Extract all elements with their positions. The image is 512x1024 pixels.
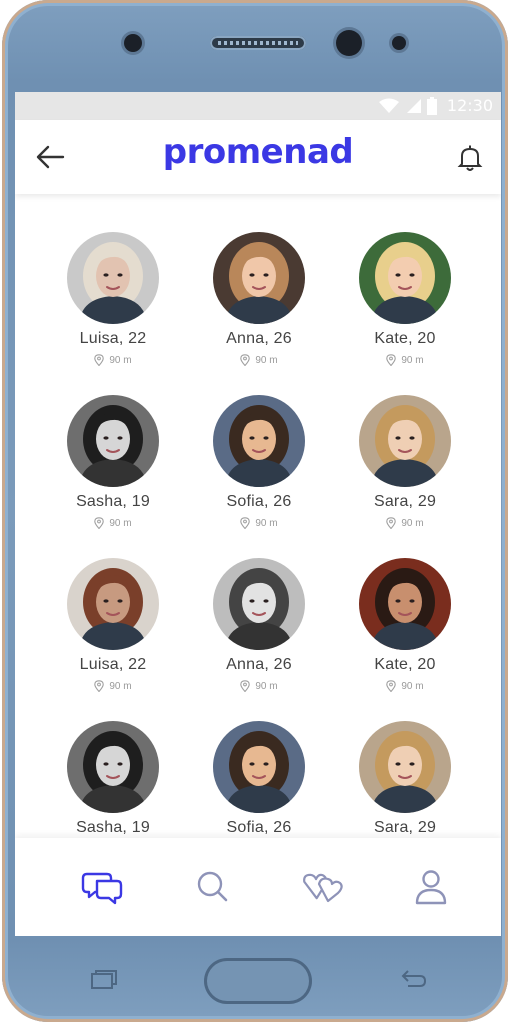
screen: 12:30 promenad Luisa, 22 90 m Anna, 26 90 m… — [15, 92, 501, 936]
profile-distance: 90 m — [335, 354, 475, 366]
profile-name: Kate, 20 — [374, 656, 436, 673]
profile-card[interactable]: Sasha, 19 90 m — [43, 395, 183, 529]
distance-label: 90 m — [109, 517, 132, 529]
profile-photo[interactable] — [359, 721, 451, 813]
profile-name: Luisa, 22 — [79, 656, 147, 673]
earpiece-speaker — [210, 36, 306, 50]
front-sensor — [124, 34, 142, 52]
signal-icon — [406, 98, 421, 113]
bell-icon[interactable] — [457, 144, 483, 172]
profile-photo[interactable] — [213, 558, 305, 650]
location-pin-icon — [94, 680, 105, 692]
profile-photo[interactable] — [67, 721, 159, 813]
profile-card[interactable]: Anna, 26 90 m — [189, 558, 329, 692]
profile-photo[interactable] — [359, 232, 451, 324]
app-logo: promenad — [162, 132, 354, 172]
back-key[interactable] — [398, 968, 428, 992]
profile-name: Anna, 26 — [226, 656, 292, 673]
profile-card[interactable]: Anna, 26 90 m — [189, 232, 329, 366]
profile-name: Luisa, 22 — [79, 330, 147, 347]
location-pin-icon — [386, 517, 397, 529]
profile-name: Sasha, 19 — [76, 819, 150, 836]
distance-label: 90 m — [255, 517, 278, 529]
profile-card[interactable]: Luisa, 22 90 m — [43, 232, 183, 366]
profile-name: Sara, 29 — [373, 819, 437, 836]
status-time: 12:30 — [446, 96, 493, 115]
profile-distance: 90 m — [335, 680, 475, 692]
distance-label: 90 m — [255, 354, 278, 366]
profile-name: Sasha, 19 — [76, 493, 150, 510]
profile-name: Sofia, 26 — [226, 819, 292, 836]
search-icon[interactable] — [191, 868, 235, 906]
profile-distance: 90 m — [43, 680, 183, 692]
distance-label: 90 m — [401, 354, 424, 366]
phone-frame: 12:30 promenad Luisa, 22 90 m Anna, 26 90 m… — [2, 0, 508, 1022]
profile-photo[interactable] — [67, 558, 159, 650]
profile-card[interactable]: Sara, 29 90 m — [335, 395, 475, 529]
proximity-sensor — [392, 36, 406, 50]
location-pin-icon — [386, 354, 397, 366]
profile-name: Sara, 29 — [373, 493, 437, 510]
profile-distance: 90 m — [43, 517, 183, 529]
location-pin-icon — [94, 354, 105, 366]
location-pin-icon — [240, 517, 251, 529]
profile-photo[interactable] — [67, 395, 159, 487]
chat-bubbles-icon[interactable] — [81, 868, 125, 906]
battery-icon — [426, 96, 437, 115]
profile-card[interactable]: Sofia, 2690 m — [189, 721, 329, 855]
front-camera — [336, 30, 362, 56]
home-button[interactable] — [204, 958, 312, 1004]
profile-distance: 90 m — [43, 354, 183, 366]
profile-card[interactable]: Luisa, 22 90 m — [43, 558, 183, 692]
location-pin-icon — [240, 354, 251, 366]
profile-photo[interactable] — [67, 232, 159, 324]
hearts-icon[interactable] — [301, 868, 345, 906]
distance-label: 90 m — [401, 517, 424, 529]
profile-distance: 90 m — [335, 517, 475, 529]
distance-label: 90 m — [401, 680, 424, 692]
location-pin-icon — [240, 680, 251, 692]
profile-name: Sofia, 26 — [226, 493, 292, 510]
profile-photo[interactable] — [359, 558, 451, 650]
location-pin-icon — [94, 517, 105, 529]
profile-photo[interactable] — [213, 721, 305, 813]
profile-card[interactable]: Kate, 20 90 m — [335, 558, 475, 692]
recent-apps-key[interactable] — [88, 968, 118, 992]
location-pin-icon — [386, 680, 397, 692]
distance-label: 90 m — [109, 354, 132, 366]
profile-card[interactable]: Sasha, 1990 m — [43, 721, 183, 855]
profile-name: Kate, 20 — [374, 330, 436, 347]
profile-photo[interactable] — [213, 395, 305, 487]
profile-icon[interactable] — [409, 868, 453, 906]
profile-photo[interactable] — [213, 232, 305, 324]
profile-distance: 90 m — [189, 354, 329, 366]
profile-photo[interactable] — [359, 395, 451, 487]
profile-card[interactable]: Sara, 2990 m — [335, 721, 475, 855]
profile-name: Anna, 26 — [226, 330, 292, 347]
profile-card[interactable]: Kate, 20 90 m — [335, 232, 475, 366]
distance-label: 90 m — [109, 680, 132, 692]
wifi-icon — [378, 98, 399, 113]
distance-label: 90 m — [255, 680, 278, 692]
profile-card[interactable]: Sofia, 26 90 m — [189, 395, 329, 529]
status-bar: 12:30 — [15, 92, 501, 120]
profile-distance: 90 m — [189, 517, 329, 529]
bottom-navigation — [15, 838, 501, 936]
profile-distance: 90 m — [189, 680, 329, 692]
app-header: promenad — [15, 120, 501, 194]
